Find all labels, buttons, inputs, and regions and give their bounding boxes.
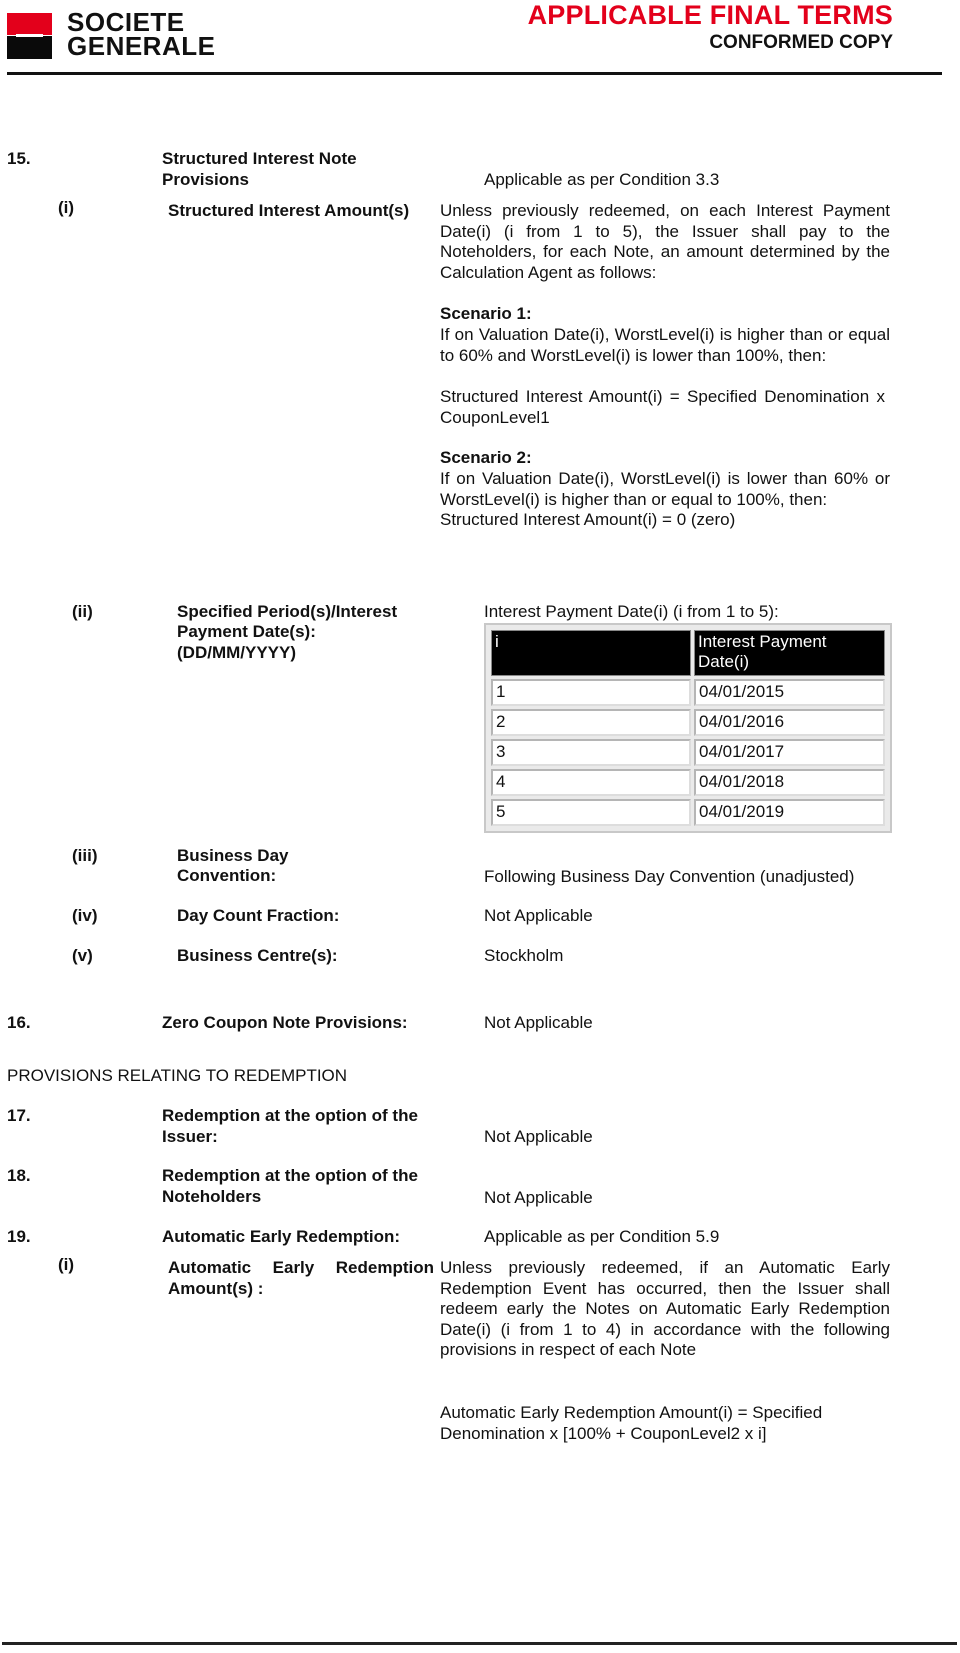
logo-wordmark: SOCIETE GENERALE [67, 9, 216, 61]
table-cell-i: 2 [491, 709, 691, 736]
interest-payment-table-caption: Interest Payment Date(i) (i from 1 to 5)… [484, 602, 779, 621]
table-cell-date: 04/01/2015 [694, 679, 885, 706]
section-19-i-marker: (i) [58, 1255, 75, 1274]
table-cell-date: 04/01/2017 [694, 739, 885, 766]
table-row: 2 04/01/2016 [491, 709, 885, 736]
table-cell-i: 1 [491, 679, 691, 706]
automatic-early-redemption-text: Unless previously redeemed, if an Automa… [440, 1258, 890, 1359]
section-16-value: Not Applicable [484, 1013, 593, 1032]
section-15-ii-label-line1: Specified Period(s)/Interest [177, 602, 398, 621]
table-header-date: Interest Payment Date(i) [694, 630, 885, 676]
section-19-label: Automatic Early Redemption: [162, 1227, 401, 1246]
section-18-value: Not Applicable [484, 1188, 593, 1207]
section-18-label-line1: Redemption at the option of the [162, 1166, 418, 1185]
section-16-number: 16. [7, 1013, 31, 1032]
table-cell-date: 04/01/2016 [694, 709, 885, 736]
section-15-v-value: Stockholm [484, 946, 564, 965]
section-15-iii-marker: (iii) [72, 846, 98, 865]
header-divider [7, 72, 942, 75]
scenario-1-formula: Structured Interest Amount(i) = Specifie… [440, 387, 885, 427]
scenario-1-condition: If on Valuation Date(i), WorstLevel(i) i… [440, 325, 890, 365]
structured-interest-intro: Unless previously redeemed, on each Inte… [440, 201, 890, 282]
section-19-number: 19. [7, 1227, 31, 1246]
section-17-value: Not Applicable [484, 1127, 593, 1146]
section-15-v-marker: (v) [72, 946, 93, 965]
section-15-iii-value: Following Business Day Convention (unadj… [484, 867, 855, 886]
document-title: APPLICABLE FINAL TERMS [527, 0, 893, 30]
section-15-label-line1: Structured Interest Note [162, 149, 357, 168]
table-cell-i: 4 [491, 769, 691, 796]
section-15-number: 15. [7, 149, 31, 168]
table-row: 4 04/01/2018 [491, 769, 885, 796]
section-16-label: Zero Coupon Note Provisions: [162, 1013, 408, 1032]
scenario-2-formula: Structured Interest Amount(i) = 0 (zero) [440, 510, 736, 529]
section-19-i-label-line1: Automatic Early Redemption [168, 1258, 434, 1277]
section-15-iv-value: Not Applicable [484, 906, 593, 925]
logo-line-2: GENERALE [67, 31, 216, 61]
section-15-i-label: Structured Interest Amount(s) [168, 201, 410, 220]
section-15-iii-label-line1: Business Day [177, 846, 289, 865]
section-17-label-line1: Redemption at the option of the [162, 1106, 418, 1125]
table-cell-date: 04/01/2019 [694, 799, 885, 826]
table-header-row: i Interest Payment Date(i) [491, 630, 885, 676]
table-cell-i: 5 [491, 799, 691, 826]
section-17-number: 17. [7, 1106, 31, 1125]
section-19-value: Applicable as per Condition 5.9 [484, 1227, 720, 1246]
scenario-2-condition: If on Valuation Date(i), WorstLevel(i) i… [440, 469, 890, 509]
interest-payment-dates-table: i Interest Payment Date(i) 1 04/01/2015 … [484, 623, 892, 833]
section-19-i-label-line2: Amount(s) : [168, 1279, 264, 1298]
section-15-label-line2: Provisions [162, 170, 249, 189]
scenario-1-title: Scenario 1: [440, 304, 532, 323]
section-15-i-marker: (i) [58, 198, 75, 217]
document-subtitle: CONFORMED COPY [709, 32, 893, 53]
scenario-2-title: Scenario 2: [440, 448, 532, 467]
section-18-number: 18. [7, 1166, 31, 1185]
table-cell-date: 04/01/2018 [694, 769, 885, 796]
section-15-value: Applicable as per Condition 3.3 [484, 170, 720, 189]
automatic-early-redemption-formula: Automatic Early Redemption Amount(i) = S… [440, 1403, 823, 1443]
societe-generale-logo-icon [7, 13, 52, 59]
section-17-label-line2: Issuer: [162, 1127, 218, 1146]
section-15-ii-label-line3: (DD/MM/YYYY) [177, 643, 296, 662]
section-18-label-line2: Noteholders [162, 1187, 262, 1206]
table-row: 5 04/01/2019 [491, 799, 885, 826]
section-15-v-label: Business Centre(s): [177, 946, 338, 965]
footer-divider [2, 1642, 957, 1645]
section-15-ii-marker: (ii) [72, 602, 93, 621]
table-row: 3 04/01/2017 [491, 739, 885, 766]
section-15-iv-marker: (iv) [72, 906, 98, 925]
section-15-iv-label: Day Count Fraction: [177, 906, 340, 925]
table-header-i: i [491, 630, 691, 676]
redemption-section-heading: PROVISIONS RELATING TO REDEMPTION [7, 1066, 348, 1085]
section-15-ii-label-line2: Payment Date(s): [177, 622, 316, 641]
table-row: 1 04/01/2015 [491, 679, 885, 706]
table-cell-i: 3 [491, 739, 691, 766]
section-15-iii-label-line2: Convention: [177, 866, 277, 885]
